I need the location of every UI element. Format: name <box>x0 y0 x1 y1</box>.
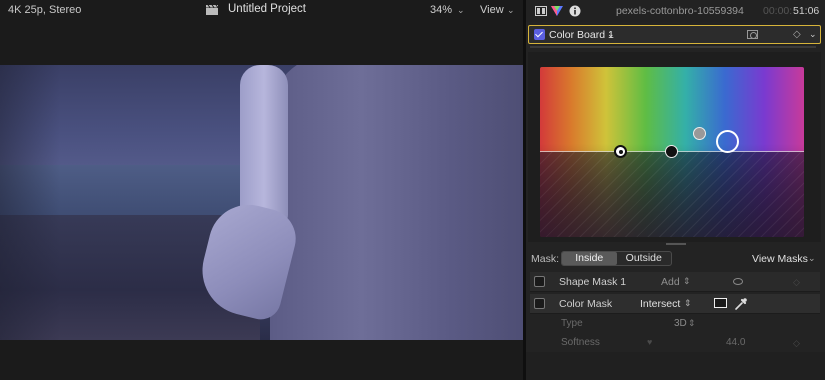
highlights-puck[interactable] <box>716 130 739 153</box>
keyframe-icon[interactable]: ◇ <box>793 338 800 349</box>
view-menu[interactable]: View <box>480 4 504 16</box>
mask-shape-icon[interactable] <box>747 30 758 39</box>
mask-controls: Mask: Inside Outside View Masks ⌄ <box>526 248 825 270</box>
chevron-down-icon[interactable]: ⌄ <box>607 29 615 40</box>
viewer-panel: 4K 25p, Stereo Untitled Project 34% ⌄ Vi… <box>0 0 523 380</box>
color-mask-mode[interactable]: Intersect <box>640 298 680 310</box>
shape-mask-row[interactable]: Shape Mask 1 Add ⇕ ◇ <box>530 272 820 292</box>
chevron-down-icon[interactable]: ⌄ <box>507 5 515 16</box>
keyframe-icon[interactable]: ◇ <box>793 29 801 40</box>
resize-handle[interactable] <box>666 243 686 245</box>
inspector-footer <box>526 352 825 380</box>
project-title: Untitled Project <box>228 3 306 15</box>
color-mask-row[interactable]: Color Mask Intersect ⇕ <box>530 294 820 314</box>
softness-label: Softness <box>561 337 600 348</box>
softness-row: Softness ♥ 44.0 ◇ <box>530 333 820 353</box>
color-board[interactable] <box>540 67 804 237</box>
color-board-lower-half <box>540 152 804 237</box>
eyedropper-icon[interactable] <box>734 297 748 311</box>
info-icon[interactable] <box>569 5 581 17</box>
mask-label: Mask: <box>531 253 560 265</box>
clapperboard-icon <box>206 5 218 15</box>
zoom-level[interactable]: 34% <box>430 4 452 16</box>
chevron-down-icon[interactable]: ⌄ <box>808 253 816 264</box>
chevron-down-icon[interactable]: ⌄ <box>809 29 817 40</box>
clip-name: pexels-cottonbro-10559394 <box>616 5 744 17</box>
arm-region <box>240 65 288 225</box>
updown-icon[interactable]: ⇕ <box>684 298 692 309</box>
format-label: 4K 25p, Stereo <box>8 4 82 16</box>
color-triangle-icon[interactable] <box>551 5 563 17</box>
mask-inside-button[interactable]: Inside <box>562 252 617 265</box>
shape-mask-mode[interactable]: Add <box>661 276 680 288</box>
softness-slider-knob[interactable]: ♥ <box>647 337 652 347</box>
video-frame[interactable] <box>0 65 523 340</box>
timecode: 51:06 <box>793 5 820 17</box>
color-mask-name: Color Mask <box>559 298 613 310</box>
timecode-dim: 00:00: <box>763 5 793 17</box>
dress-region <box>270 65 523 340</box>
keyframe-icon[interactable]: ◇ <box>793 277 800 288</box>
mask-type-row: Type 3D ⇕ <box>530 314 820 334</box>
updown-icon[interactable]: ⇕ <box>688 318 696 329</box>
film-icon[interactable] <box>535 5 547 17</box>
softness-value[interactable]: 44.0 <box>726 337 745 348</box>
mask-segmented-control[interactable]: Inside Outside <box>561 251 672 266</box>
chevron-down-icon[interactable]: ⌄ <box>457 5 465 16</box>
board-tab-strip[interactable] <box>530 46 816 48</box>
inspector-header: pexels-cottonbro-10559394 00:00: 51:06 <box>526 0 825 22</box>
mask-outside-button[interactable]: Outside <box>617 252 672 265</box>
updown-icon[interactable]: ⇕ <box>683 276 691 287</box>
effect-header[interactable]: Color Board 1 ⌄ ◇ ⌄ <box>528 25 821 44</box>
view-masks-menu[interactable]: View Masks <box>752 253 808 265</box>
global-puck[interactable] <box>614 145 627 158</box>
effect-name[interactable]: Color Board 1 <box>549 29 614 41</box>
midtones-puck[interactable] <box>693 127 706 140</box>
color-board-panel <box>528 52 821 242</box>
type-value[interactable]: 3D <box>674 318 687 329</box>
type-label: Type <box>561 318 583 329</box>
effect-enable-checkbox[interactable] <box>534 29 545 40</box>
shape-mask-checkbox[interactable] <box>534 276 545 287</box>
color-mask-swatch[interactable] <box>714 298 727 308</box>
color-mask-checkbox[interactable] <box>534 298 545 309</box>
inspector-panel: pexels-cottonbro-10559394 00:00: 51:06 C… <box>526 0 825 380</box>
shape-mask-name: Shape Mask 1 <box>559 276 627 288</box>
viewer-header: 4K 25p, Stereo Untitled Project 34% ⌄ Vi… <box>0 0 523 20</box>
vignette <box>0 65 60 340</box>
shadows-puck[interactable] <box>665 145 678 158</box>
oval-icon[interactable] <box>733 278 743 285</box>
